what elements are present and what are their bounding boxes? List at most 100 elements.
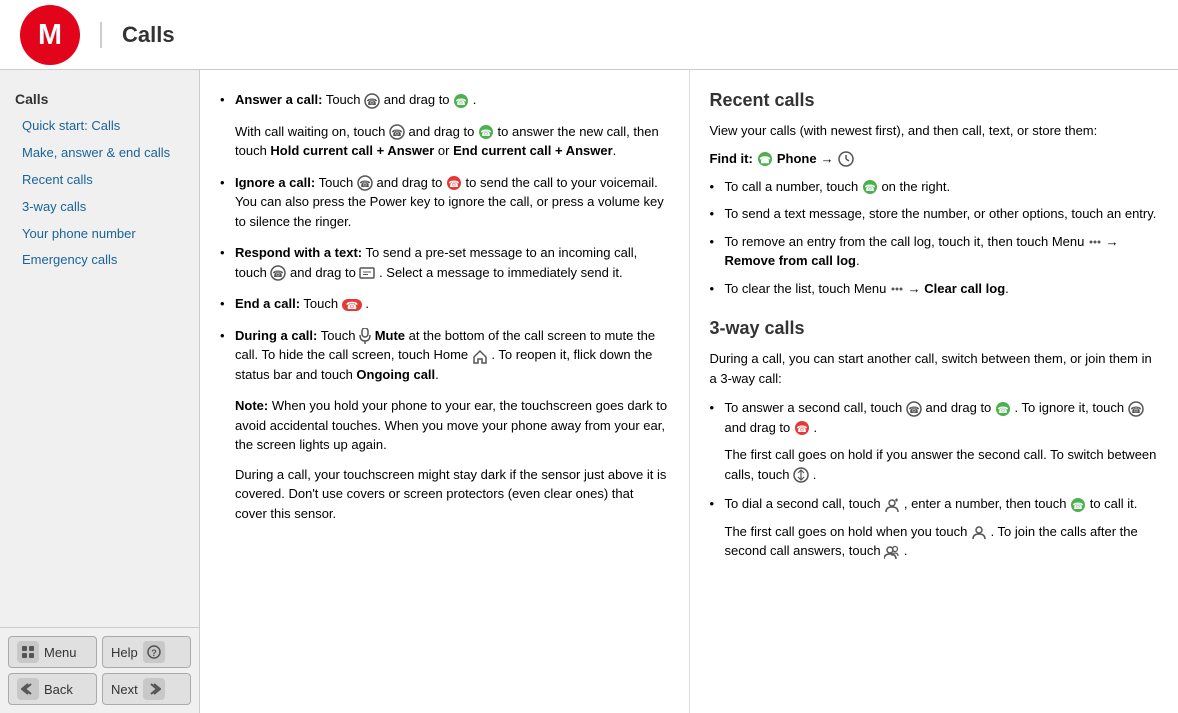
note-label: Note: [235, 398, 268, 413]
svg-text:☎: ☎ [359, 179, 370, 189]
switch-icon [793, 467, 809, 483]
back-icon [17, 678, 39, 700]
during-call-bullet: During a call: Touch Mute at the bottom … [220, 326, 669, 385]
note-text: When you hold your phone to your ear, th… [235, 398, 667, 452]
sidebar-item-emergency[interactable]: Emergency calls [10, 247, 189, 274]
recent-bullet-1: To call a number, touch ☎ on the right. [710, 177, 1159, 197]
sidebar: Calls Quick start: Calls Make, answer & … [0, 70, 200, 713]
sidebar-nav: Calls Quick start: Calls Make, answer & … [0, 70, 199, 289]
answer-call-bullet: Answer a call: Touch ☎ and drag to ☎ . [220, 90, 669, 110]
content-area: Answer a call: Touch ☎ and drag to ☎ . W… [200, 70, 1178, 713]
menu-button[interactable]: Menu [8, 636, 97, 668]
recent-calls-intro: View your calls (with newest first), and… [710, 121, 1159, 141]
phone-circle-icon4: ☎ [270, 265, 286, 281]
three-way-text-2: The first call goes on hold when you tou… [710, 522, 1159, 561]
next-label: Next [111, 682, 138, 697]
find-it-line: Find it: ☎ Phone → [710, 151, 1159, 167]
end-call-bullet: End a call: Touch ☎ . [220, 294, 669, 314]
three-way-section: 3-way calls During a call, you can start… [710, 318, 1159, 561]
sidebar-item-recent[interactable]: Recent calls [10, 167, 189, 194]
phone-green-icon: ☎ [453, 93, 469, 109]
sidebar-item-3way[interactable]: 3-way calls [10, 194, 189, 221]
phone-right-icon: ☎ [862, 179, 878, 195]
find-it-phone-label: Phone [777, 151, 817, 166]
ignore-call-term: Ignore a call: [235, 175, 315, 190]
right-panel: Recent calls View your calls (with newes… [690, 70, 1178, 713]
left-panel: Answer a call: Touch ☎ and drag to ☎ . W… [200, 70, 690, 713]
svg-text:☎: ☎ [997, 405, 1008, 415]
back-button[interactable]: Back [8, 673, 97, 705]
svg-text:☎: ☎ [864, 183, 875, 193]
note2-text: During a call, your touchscreen might st… [220, 465, 669, 524]
contacts-icon2 [971, 524, 987, 540]
phone-circle-icon3: ☎ [357, 175, 373, 191]
recent-bullet-3: To remove an entry from the call log, to… [710, 232, 1159, 271]
menu-label: Menu [44, 645, 77, 660]
svg-text:☎: ☎ [1072, 501, 1083, 511]
svg-text:☎: ☎ [346, 301, 358, 312]
end-call-icon: ☎ [342, 297, 362, 313]
menu-dots-icon2 [890, 282, 904, 296]
phone-green-icon3: ☎ [995, 401, 1011, 417]
svg-text:☎: ☎ [367, 97, 378, 107]
motorola-logo: M [20, 5, 80, 65]
back-label: Back [44, 682, 73, 697]
svg-text:☎: ☎ [796, 424, 807, 434]
three-way-title: 3-way calls [710, 318, 1159, 339]
three-way-bullet-1: To answer a second call, touch ☎ and dra… [710, 398, 1159, 437]
during-call-term: During a call: [235, 328, 317, 343]
sidebar-item-phone-number[interactable]: Your phone number [10, 221, 189, 248]
end-call-term: End a call: [235, 296, 300, 311]
sidebar-item-calls[interactable]: Calls [10, 85, 189, 113]
three-way-intro: During a call, you can start another cal… [710, 349, 1159, 388]
help-icon: ? [143, 641, 165, 663]
recent-bullet-4: To clear the list, touch Menu → Clear ca… [710, 279, 1159, 299]
svg-text:☎: ☎ [448, 179, 459, 189]
svg-text:?: ? [151, 648, 157, 658]
message-icon [359, 265, 375, 281]
svg-text:☎: ☎ [456, 97, 467, 107]
three-way-bullet-2: To dial a second call, touch , enter a n… [710, 494, 1159, 514]
menu-icon [17, 641, 39, 663]
phone-red-icon: ☎ [446, 175, 462, 191]
clock-icon [838, 151, 854, 167]
svg-text:☎: ☎ [908, 405, 919, 415]
respond-text-term: Respond with a text: [235, 245, 362, 260]
answer-call-term: Answer a call: [235, 92, 322, 107]
phone-green-small-icon: ☎ [757, 151, 773, 167]
recent-bullet-2: To send a text message, store the number… [710, 204, 1159, 224]
page-title: Calls [100, 22, 175, 48]
arrow-icon: → [821, 151, 834, 166]
menu-dots-icon [1088, 235, 1102, 249]
phone-green-icon2: ☎ [478, 124, 494, 140]
main-layout: Calls Quick start: Calls Make, answer & … [0, 70, 1178, 713]
respond-text-bullet: Respond with a text: To send a pre-set m… [220, 243, 669, 282]
bottom-nav: Menu Help ? Back [0, 627, 199, 713]
call-waiting-text: With call waiting on, touch ☎ and drag t… [220, 122, 669, 161]
sidebar-item-make-answer[interactable]: Make, answer & end calls [10, 140, 189, 167]
phone-circle-icon2: ☎ [389, 124, 405, 140]
contacts-icon3 [884, 544, 900, 560]
note-block: Note: When you hold your phone to your e… [220, 396, 669, 455]
next-button[interactable]: Next [102, 673, 191, 705]
next-icon [143, 678, 165, 700]
help-label: Help [111, 645, 138, 660]
three-way-text-1: The first call goes on hold if you answe… [710, 445, 1159, 484]
recent-calls-title: Recent calls [710, 90, 1159, 111]
phone-circle-icon5: ☎ [906, 401, 922, 417]
mic-icon [359, 328, 371, 344]
phone-red-icon2: ☎ [794, 420, 810, 436]
svg-text:☎: ☎ [759, 155, 770, 165]
sidebar-item-quickstart[interactable]: Quick start: Calls [10, 113, 189, 140]
ignore-call-bullet: Ignore a call: Touch ☎ and drag to ☎ to … [220, 173, 669, 232]
svg-text:M: M [38, 18, 62, 50]
help-button[interactable]: Help ? [102, 636, 191, 668]
svg-text:☎: ☎ [1130, 405, 1141, 415]
answer-call-text: Touch [326, 92, 364, 107]
recent-calls-section: Recent calls View your calls (with newes… [710, 90, 1159, 298]
phone-circle-icon6: ☎ [1128, 401, 1144, 417]
find-it-label: Find it: [710, 151, 753, 166]
svg-text:☎: ☎ [273, 269, 284, 279]
app-header: M Calls [0, 0, 1178, 70]
svg-text:☎: ☎ [391, 128, 402, 138]
